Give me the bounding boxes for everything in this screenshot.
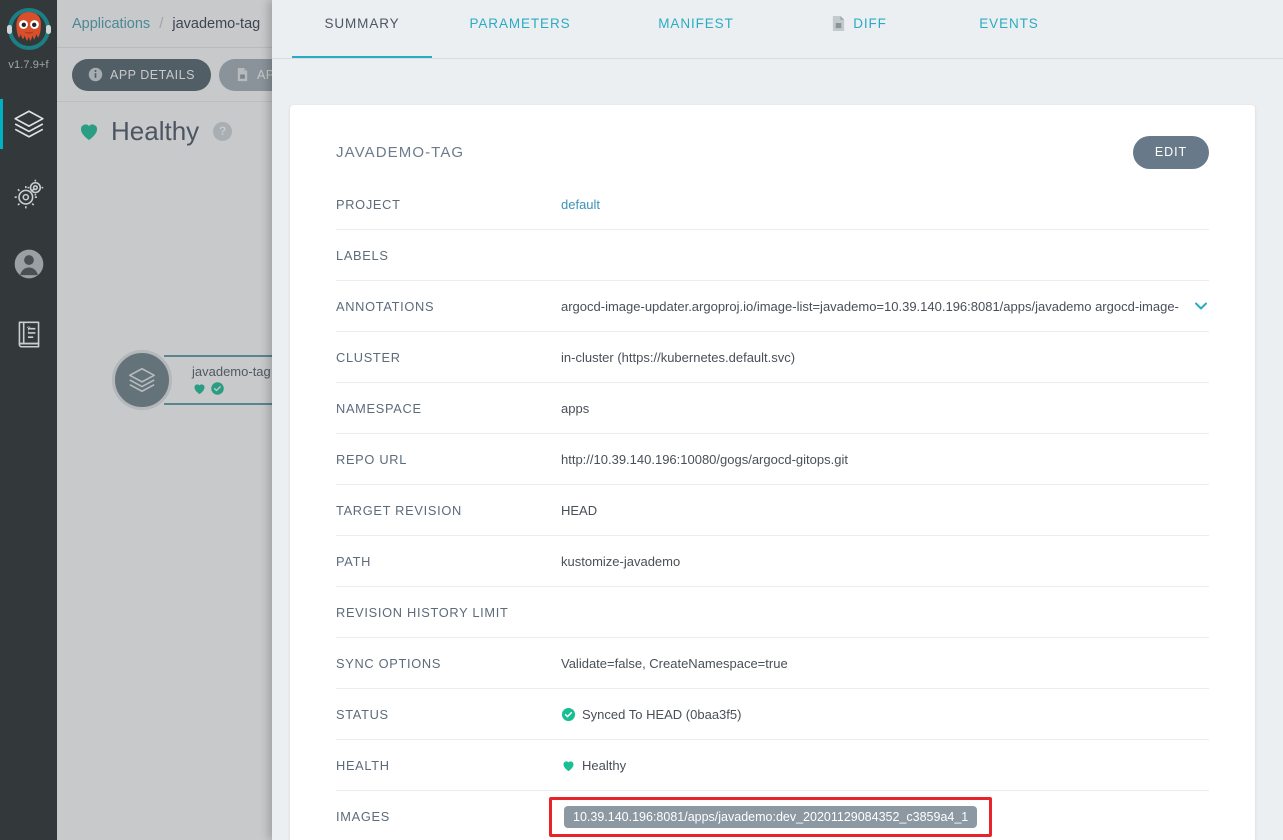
row-annotations: ANNOTATIONS argocd-image-updater.argopro… — [336, 281, 1209, 332]
edit-button[interactable]: EDIT — [1132, 135, 1209, 169]
row-label-status: STATUS — [336, 706, 389, 722]
row-labels: LABELS — [336, 230, 1209, 281]
row-label-cluster: CLUSTER — [336, 349, 401, 365]
tab-diff-label: DIFF — [853, 16, 887, 31]
row-project: PROJECT default — [336, 179, 1209, 230]
overlay-dim-veil[interactable] — [57, 0, 272, 840]
row-value-cluster: in-cluster (https://kubernetes.default.s… — [561, 349, 796, 365]
row-repo-url: REPO URL http://10.39.140.196:10080/gogs… — [336, 434, 1209, 485]
argocd-octopus-icon — [6, 8, 51, 50]
row-value-project[interactable]: default — [561, 197, 1209, 212]
status-badge: Synced To HEAD (0baa3f5) — [582, 706, 742, 722]
app-summary-overlay-panel: SUMMARY PARAMETERS MANIFEST DIFF EVENTS — [272, 0, 1283, 840]
layers-icon — [13, 110, 44, 138]
row-images: IMAGES 10.39.140.196:8081/apps/javademo:… — [336, 791, 1209, 840]
svg-text:?: ? — [26, 324, 30, 333]
argocd-version-label: v1.7.9+f — [8, 59, 49, 71]
row-label-project: PROJECT — [336, 196, 401, 212]
page-title: JAVADEMO-TAG — [336, 143, 465, 161]
row-value-namespace: apps — [561, 400, 590, 416]
row-label-revision-history-limit: REVISION HISTORY LIMIT — [336, 604, 509, 620]
row-value-path: kustomize-javademo — [561, 553, 681, 569]
summary-tab-bar: SUMMARY PARAMETERS MANIFEST DIFF EVENTS — [272, 0, 1283, 59]
sidebar-nav-list: ? — [0, 89, 57, 369]
row-label-sync-options: SYNC OPTIONS — [336, 655, 442, 671]
row-value-sync-options: Validate=false, CreateNamespace=true — [561, 655, 788, 671]
row-cluster: CLUSTER in-cluster (https://kubernetes.d… — [336, 332, 1209, 383]
argocd-app-details-screen: Applications / javademo-tag APP DETAILS — [0, 0, 1283, 840]
row-label-namespace: NAMESPACE — [336, 400, 422, 416]
row-value-images: 10.39.140.196:8081/apps/javademo:dev_202… — [549, 796, 1209, 837]
sidebar-item-settings[interactable] — [0, 159, 57, 229]
tab-manifest-label: MANIFEST — [658, 16, 734, 31]
summary-card-header: JAVADEMO-TAG EDIT — [336, 131, 1209, 173]
tab-parameters[interactable]: PARAMETERS — [432, 0, 608, 59]
tab-parameters-label: PARAMETERS — [469, 16, 571, 31]
document-diff-icon — [833, 16, 845, 31]
row-value-repo-url: http://10.39.140.196:10080/gogs/argocd-g… — [561, 451, 848, 467]
row-label-target-revision: TARGET REVISION — [336, 502, 462, 518]
tab-summary[interactable]: SUMMARY — [292, 0, 432, 59]
tab-summary-label: SUMMARY — [324, 16, 400, 31]
gears-icon — [14, 179, 43, 209]
row-label-images: IMAGES — [336, 809, 390, 824]
row-value-annotations: argocd-image-updater.argoproj.io/image-l… — [561, 298, 1179, 314]
row-label-path: PATH — [336, 553, 372, 569]
row-value-status: Synced To HEAD (0baa3f5) — [561, 707, 1209, 722]
row-label-labels: LABELS — [336, 247, 389, 263]
image-tag-badge[interactable]: 10.39.140.196:8081/apps/javademo:dev_202… — [564, 805, 978, 828]
row-namespace: NAMESPACE apps — [336, 383, 1209, 434]
tab-events[interactable]: EVENTS — [934, 0, 1084, 59]
chevron-down-icon[interactable] — [1193, 298, 1209, 314]
row-health: HEALTH Healthy — [336, 740, 1209, 791]
tab-events-label: EVENTS — [979, 16, 1039, 31]
left-nav-sidebar: v1.7.9+f ? — [0, 0, 57, 840]
row-label-repo-url: REPO URL — [336, 451, 408, 467]
row-value-health: Healthy — [561, 758, 1209, 773]
book-icon: ? — [18, 321, 39, 348]
row-status: STATUS Synced To HEAD (0baa3f5) — [336, 689, 1209, 740]
row-revision-history-limit: REVISION HISTORY LIMIT — [336, 587, 1209, 638]
row-target-revision: TARGET REVISION HEAD — [336, 485, 1209, 536]
summary-card: JAVADEMO-TAG EDIT PROJECT default LABELS… — [290, 105, 1255, 840]
health-badge: Healthy — [582, 757, 627, 773]
images-highlight-box: 10.39.140.196:8081/apps/javademo:dev_202… — [549, 796, 993, 837]
sidebar-item-applications[interactable] — [0, 89, 57, 159]
tab-diff[interactable]: DIFF — [784, 0, 934, 59]
check-circle-icon — [561, 707, 576, 721]
row-sync-options: SYNC OPTIONS Validate=false, CreateNames… — [336, 638, 1209, 689]
summary-rows: PROJECT default LABELS ANNOTATIONS argoc… — [336, 179, 1209, 840]
row-value-target-revision: HEAD — [561, 502, 598, 518]
heart-icon — [563, 760, 574, 771]
row-path: PATH kustomize-javademo — [336, 536, 1209, 587]
row-label-annotations: ANNOTATIONS — [336, 298, 435, 314]
sidebar-item-user-info[interactable] — [0, 229, 57, 299]
tab-bar-divider — [272, 58, 1283, 59]
argocd-logo[interactable]: v1.7.9+f — [4, 6, 54, 71]
user-avatar-icon — [14, 249, 43, 279]
tab-manifest[interactable]: MANIFEST — [608, 0, 784, 59]
sidebar-item-documentation[interactable]: ? — [0, 299, 57, 369]
row-label-health: HEALTH — [336, 757, 390, 773]
